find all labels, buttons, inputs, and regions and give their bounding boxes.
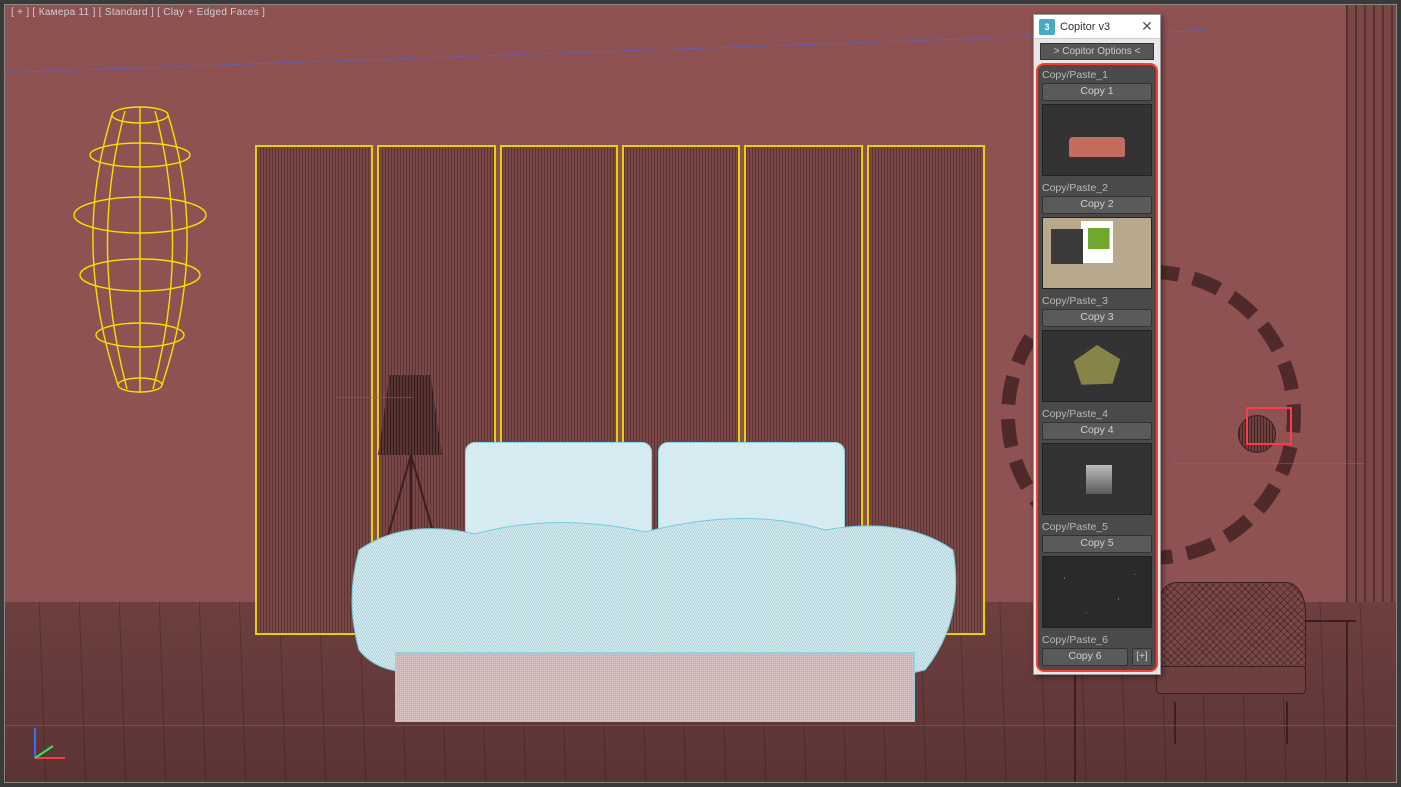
copy-slot: Copy/Paste_4 Copy 4 <box>1040 406 1154 519</box>
thumbnail-content <box>1071 345 1123 386</box>
slot-list-highlighted: Copy/Paste_1 Copy 1 Copy/Paste_2 Copy 2 … <box>1036 63 1158 672</box>
3d-viewport[interactable]: [ + ] [ Камера 11 ] [ Standard ] [ Clay … <box>4 4 1397 783</box>
slot-label: Copy/Paste_4 <box>1042 407 1152 422</box>
camera-guide-line <box>5 725 1397 726</box>
copy-button[interactable]: Copy 4 <box>1042 422 1152 440</box>
slot-label: Copy/Paste_1 <box>1042 68 1152 83</box>
slot-label: Copy/Paste_5 <box>1042 520 1152 535</box>
copy-button[interactable]: Copy 5 <box>1042 535 1152 553</box>
slot-thumbnail[interactable] <box>1042 217 1152 289</box>
copy-slot: Copy/Paste_1 Copy 1 <box>1040 67 1154 180</box>
add-slot-button[interactable]: [+] <box>1132 648 1152 666</box>
camera-guide-line <box>1175 463 1365 464</box>
copy-button[interactable]: Copy 1 <box>1042 83 1152 101</box>
chair-object <box>1156 582 1306 722</box>
copy-slot: Copy/Paste_3 Copy 3 <box>1040 293 1154 406</box>
slot-label: Copy/Paste_6 <box>1042 633 1152 648</box>
pendant-lamp-wireframe <box>65 75 215 415</box>
scene-root <box>5 5 1396 782</box>
chair-seat <box>1156 666 1306 694</box>
titlebar[interactable]: 3 Copitor v3 ✕ <box>1034 15 1160 39</box>
viewport-label[interactable]: [ + ] [ Камера 11 ] [ Standard ] [ Clay … <box>11 7 265 18</box>
axis-gizmo-icon <box>25 724 69 768</box>
copitor-window[interactable]: 3 Copitor v3 ✕ > Copitor Options < Copy/… <box>1033 14 1161 675</box>
app-icon: 3 <box>1039 19 1055 35</box>
slot-label: Copy/Paste_3 <box>1042 294 1152 309</box>
slot-thumbnail[interactable] <box>1042 443 1152 515</box>
copy-slot: Copy/Paste_2 Copy 2 <box>1040 180 1154 293</box>
slot-label: Copy/Paste_2 <box>1042 181 1152 196</box>
slot-thumbnail[interactable] <box>1042 330 1152 402</box>
camera-guide-line <box>335 397 413 398</box>
window-title: Copitor v3 <box>1060 21 1134 33</box>
thumbnail-content <box>1069 137 1125 157</box>
copitor-options-button[interactable]: > Copitor Options < <box>1040 43 1154 60</box>
slot-thumbnail[interactable] <box>1042 104 1152 176</box>
slot-thumbnail[interactable] <box>1042 556 1152 628</box>
close-icon[interactable]: ✕ <box>1134 15 1160 39</box>
pendant-svg <box>65 75 215 415</box>
bed-base <box>395 652 915 722</box>
copy-button[interactable]: Copy 3 <box>1042 309 1152 327</box>
copy-button[interactable]: Copy 6 <box>1042 648 1128 666</box>
copy-slot: Copy/Paste_5 Copy 5 <box>1040 519 1154 632</box>
selection-bracket <box>1246 407 1292 445</box>
bed-selected-object <box>345 442 965 722</box>
chair-leg <box>1286 702 1288 744</box>
thumbnail-content <box>1086 465 1112 494</box>
copy-slot: Copy/Paste_6 Copy 6 [+] <box>1040 632 1154 670</box>
camera-guide-line <box>5 30 1205 73</box>
chair-back <box>1156 582 1306 672</box>
desk-leg <box>1346 622 1348 782</box>
copy-button[interactable]: Copy 2 <box>1042 196 1152 214</box>
chair-leg <box>1174 702 1176 744</box>
